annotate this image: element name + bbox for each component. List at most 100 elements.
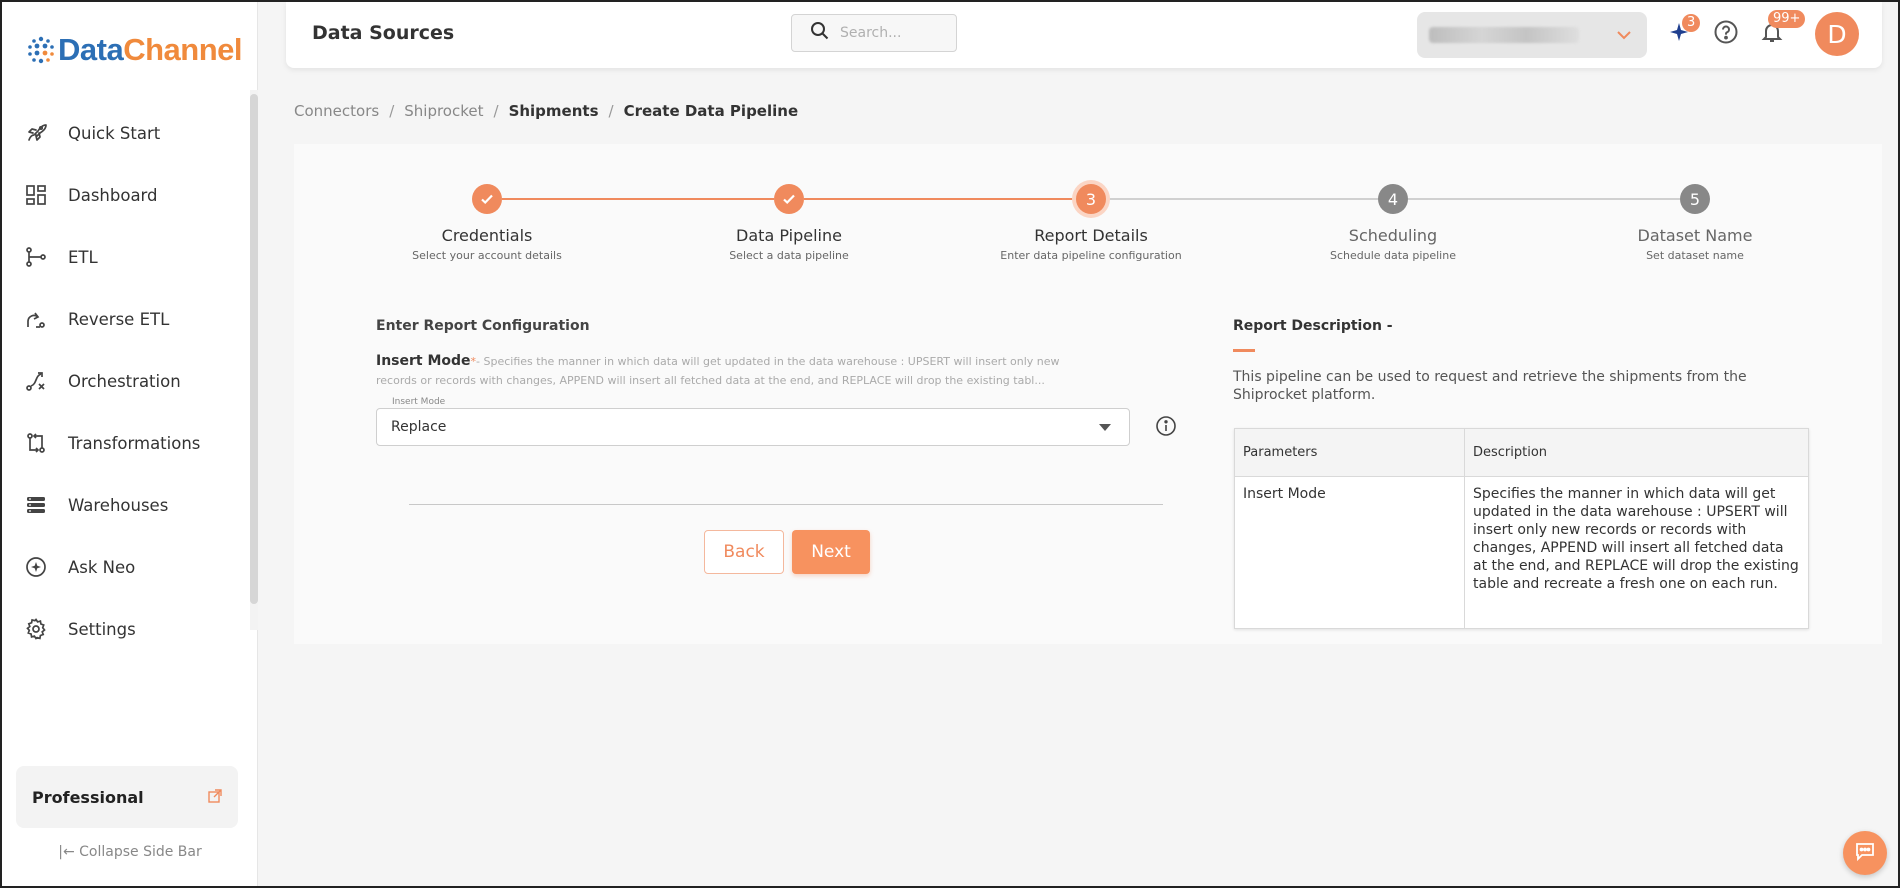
sidebar: DataChannel Quick Start Dashboard ETL Re… (2, 2, 258, 886)
sidebar-item-label: Quick Start (68, 123, 161, 143)
sidebar-item-label: Reverse ETL (68, 309, 170, 329)
breadcrumb-shiprocket[interactable]: Shiprocket (404, 102, 483, 120)
table-header-description: Description (1464, 428, 1809, 477)
plan-name: Professional (32, 787, 144, 807)
collapse-label: Collapse Side Bar (79, 844, 202, 860)
insert-mode-floating-label: Insert Mode (389, 397, 449, 407)
step-subtitle: Select your account details (412, 249, 562, 262)
etl-icon (22, 243, 50, 271)
step-scheduling: 4 Scheduling Schedule data pipeline (1243, 184, 1543, 262)
title-underline (1233, 349, 1255, 352)
notifications-button[interactable]: 99+ (1754, 10, 1806, 52)
breadcrumb-shipments[interactable]: Shipments (509, 102, 599, 120)
insert-mode-value: Replace (391, 419, 447, 435)
notification-badge: 99+ (1768, 10, 1806, 28)
insert-mode-label: Insert Mode*- Specifies the manner in wh… (376, 352, 1076, 390)
caret-down-icon (1099, 424, 1111, 431)
table-cell-description: Specifies the manner in which data will … (1464, 476, 1809, 629)
breadcrumb-separator: / (493, 102, 499, 120)
sidebar-item-orchestration[interactable]: Orchestration (2, 350, 250, 412)
insert-mode-name: Insert Mode (376, 353, 471, 369)
sidebar-item-transformations[interactable]: Transformations (2, 412, 250, 474)
sidebar-nav: Quick Start Dashboard ETL Reverse ETL Or… (2, 102, 250, 660)
breadcrumb-separator: / (608, 102, 614, 120)
step-title: Scheduling (1348, 226, 1438, 245)
sidebar-item-dashboard[interactable]: Dashboard (2, 164, 250, 226)
back-button[interactable]: Back (704, 530, 784, 574)
breadcrumb: Connectors / Shiprocket / Shipments / Cr… (294, 102, 798, 120)
sidebar-item-etl[interactable]: ETL (2, 226, 250, 288)
step-title: Dataset Name (1637, 226, 1753, 245)
avatar[interactable]: D (1815, 12, 1859, 56)
step-credentials[interactable]: Credentials Select your account details (337, 184, 637, 262)
warehouses-icon (22, 491, 50, 519)
check-icon (472, 184, 502, 214)
step-subtitle: Set dataset name (1646, 249, 1744, 262)
sidebar-scrollbar[interactable] (250, 94, 258, 604)
step-number: 3 (1076, 184, 1106, 214)
chat-button[interactable] (1843, 831, 1887, 875)
external-link-icon[interactable] (208, 788, 222, 807)
plan-card[interactable]: Professional (16, 766, 238, 828)
step-data-pipeline[interactable]: Data Pipeline Select a data pipeline (639, 184, 939, 262)
info-icon[interactable] (1155, 415, 1177, 441)
logo-text-channel: Channel (123, 32, 242, 67)
table-row: Insert Mode Specifies the manner in whic… (1234, 476, 1809, 629)
sidebar-item-reverse-etl[interactable]: Reverse ETL (2, 288, 250, 350)
sidebar-item-quick-start[interactable]: Quick Start (2, 102, 250, 164)
step-title: Report Details (1034, 226, 1148, 245)
logo[interactable]: DataChannel (24, 32, 242, 68)
sidebar-item-label: ETL (68, 247, 98, 267)
page-title: Data Sources (312, 22, 455, 44)
help-button[interactable] (1708, 16, 1744, 52)
table-cell-parameter: Insert Mode (1234, 476, 1465, 629)
parameters-table: Parameters Description Insert Mode Speci… (1234, 428, 1809, 629)
logo-text: DataChannel (58, 32, 242, 68)
help-icon (1713, 19, 1739, 49)
top-header: Data Sources 3 99+ D (286, 2, 1882, 68)
sidebar-item-label: Warehouses (68, 495, 169, 515)
sidebar-item-label: Transformations (68, 433, 201, 453)
sidebar-item-ask-neo[interactable]: Ask Neo (2, 536, 250, 598)
breadcrumb-connectors[interactable]: Connectors (294, 102, 379, 120)
chevron-down-icon (1615, 26, 1633, 48)
search-input[interactable] (840, 25, 950, 41)
report-description-title: Report Description - (1233, 318, 1393, 334)
collapse-sidebar-button[interactable]: |← Collapse Side Bar (2, 844, 258, 860)
ask-neo-header-button[interactable]: 3 (1662, 14, 1701, 52)
collapse-icon: |← (58, 844, 75, 860)
table-header-row: Parameters Description (1234, 428, 1809, 477)
breadcrumb-current: Create Data Pipeline (623, 102, 799, 120)
insert-mode-select[interactable]: Insert Mode Replace (376, 397, 1130, 446)
step-number: 4 (1378, 184, 1408, 214)
logo-icon (28, 36, 54, 64)
form-title: Enter Report Configuration (376, 318, 590, 334)
step-title: Data Pipeline (736, 226, 842, 245)
sidebar-item-settings[interactable]: Settings (2, 598, 250, 660)
ask-neo-icon (22, 553, 50, 581)
step-subtitle: Enter data pipeline configuration (1000, 249, 1182, 262)
sidebar-item-label: Settings (68, 619, 136, 639)
breadcrumb-separator: / (389, 102, 395, 120)
dashboard-icon (22, 181, 50, 209)
next-button[interactable]: Next (792, 530, 870, 574)
search-box[interactable] (791, 14, 957, 52)
search-icon (810, 21, 830, 45)
chat-icon (1853, 839, 1877, 867)
sidebar-item-warehouses[interactable]: Warehouses (2, 474, 250, 536)
logo-text-data: Data (58, 32, 124, 67)
account-name-blurred (1429, 27, 1579, 43)
account-selector[interactable] (1417, 12, 1647, 58)
form-divider (409, 504, 1163, 505)
report-description-text: This pipeline can be used to request and… (1233, 369, 1747, 403)
table-header-parameters: Parameters (1234, 428, 1465, 477)
transformations-icon (22, 429, 50, 457)
sidebar-item-label: Dashboard (68, 185, 158, 205)
reverse-etl-icon (22, 305, 50, 333)
sidebar-item-label: Orchestration (68, 371, 181, 391)
orchestration-icon (22, 367, 50, 395)
step-report-details[interactable]: 3 Report Details Enter data pipeline con… (941, 184, 1241, 262)
step-number: 5 (1680, 184, 1710, 214)
step-dataset-name: 5 Dataset Name Set dataset name (1545, 184, 1845, 262)
rocket-icon (22, 119, 50, 147)
